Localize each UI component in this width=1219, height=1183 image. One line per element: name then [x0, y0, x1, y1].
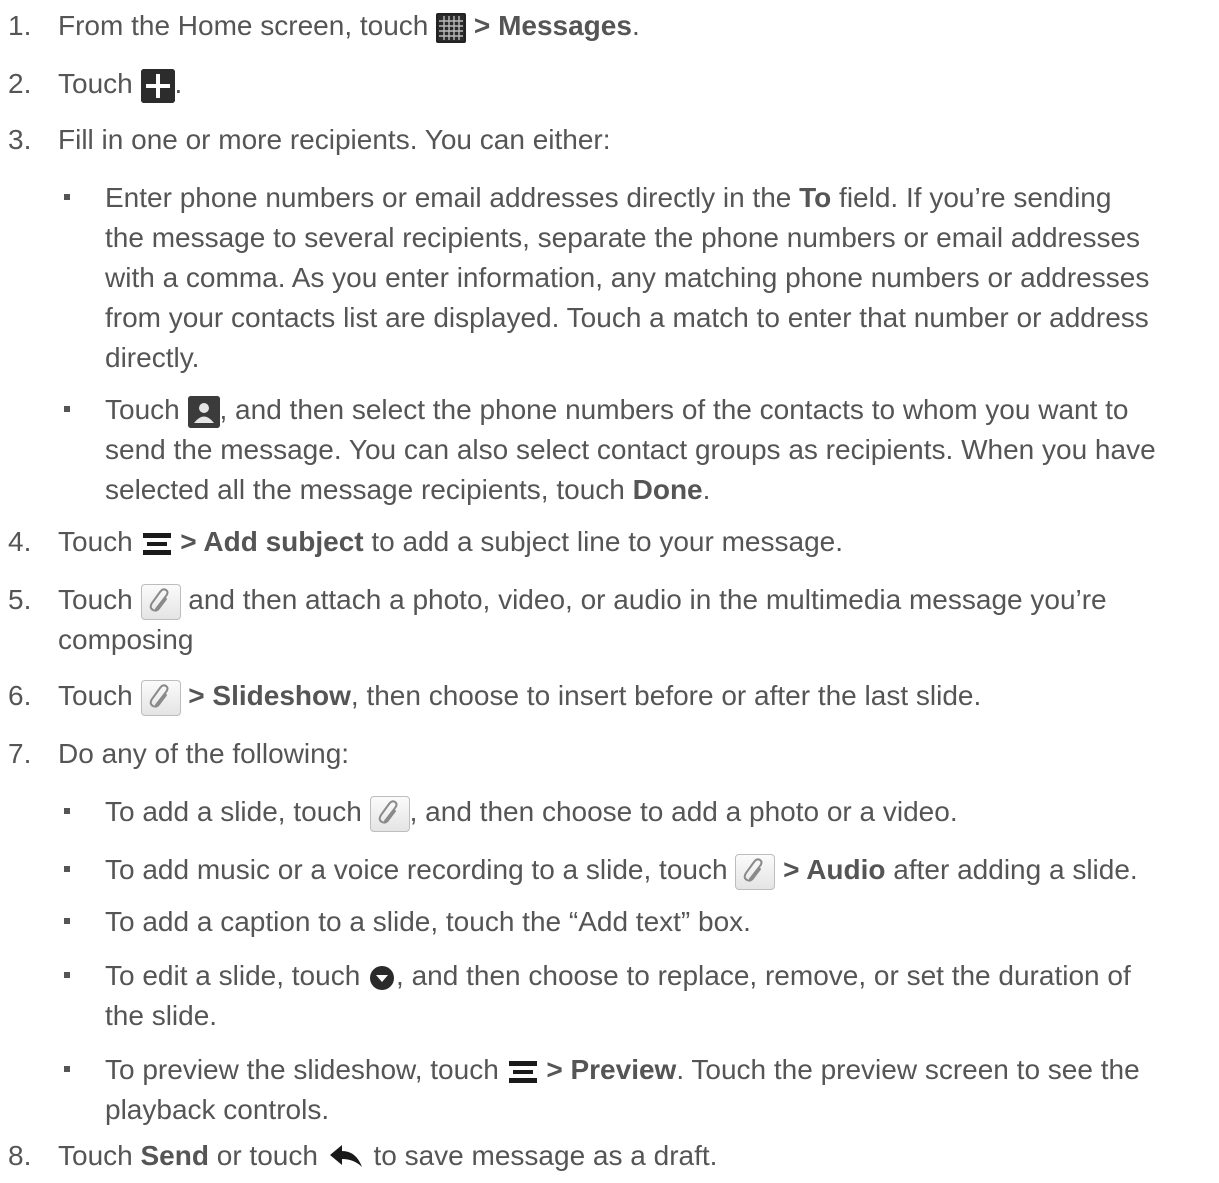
bullet-text: , and then choose to replace, remove, or…	[396, 960, 1131, 991]
bullet-text: the message to several recipients, separ…	[105, 222, 1141, 253]
step-text: Touch	[58, 1140, 141, 1171]
bullet-text: To edit a slide, touch	[105, 960, 369, 991]
plus-icon	[140, 68, 175, 103]
bullet-marker	[64, 972, 70, 978]
step-text: Touch	[58, 526, 141, 557]
bullet-text: , and then choose to add a photo or a vi…	[409, 796, 958, 827]
back-arrow-icon	[326, 1143, 366, 1173]
bullet-text: send the message. You can also select co…	[105, 434, 1156, 465]
bullet-marker	[64, 866, 70, 872]
step-number: 3.	[8, 124, 32, 155]
step-text-end: , then choose to insert before or after …	[350, 680, 982, 711]
menu-path: > Audio	[775, 854, 886, 885]
step-number: 2.	[8, 68, 32, 99]
contact-icon	[187, 395, 220, 428]
bullet-text: , and then select the phone numbers of t…	[219, 394, 1129, 425]
bullet-text: with a comma. As you enter information, …	[105, 262, 1150, 293]
step-number: 1.	[8, 10, 32, 41]
apps-grid-icon	[436, 12, 467, 43]
step-text: Touch	[58, 68, 141, 99]
done-label: Done	[632, 474, 703, 505]
bullet-marker	[64, 808, 70, 814]
menu-path: > Preview	[538, 1054, 677, 1085]
bullet-marker	[64, 918, 70, 924]
bullet-text: Enter phone numbers or email addresses d…	[105, 182, 800, 213]
bullet-text: directly.	[105, 342, 200, 373]
bullet-text: . Touch the preview screen to see the	[676, 1054, 1140, 1085]
step-text-end: to add a subject line to your message.	[363, 526, 843, 557]
step-text: or touch	[208, 1140, 326, 1171]
dropdown-circle-icon	[368, 964, 396, 992]
instructions-document: 1. From the Home screen, touch > Message…	[0, 0, 1219, 1183]
step-text-end: .	[631, 10, 640, 41]
bullet-text: playback controls.	[105, 1094, 330, 1125]
bullet-text: selected all the message recipients, tou…	[105, 474, 633, 505]
paperclip-icon	[369, 795, 410, 832]
bullet-text: the slide.	[105, 1000, 218, 1031]
bullet-text: To add music or a voice recording to a s…	[105, 854, 736, 885]
bullet-text: To preview the slideshow, touch	[105, 1054, 507, 1085]
bullet-text: from your contacts list are displayed. T…	[105, 302, 1149, 333]
bullet-text: field. If you’re sending	[831, 182, 1112, 213]
step-number: 6.	[8, 680, 32, 711]
step-text-end: .	[174, 68, 183, 99]
step-text: From the Home screen, touch	[58, 10, 437, 41]
menu-path: > Messages	[466, 10, 632, 41]
menu-path: > Add subject	[172, 526, 364, 557]
paperclip-icon	[140, 583, 181, 620]
menu-icon	[141, 529, 173, 559]
step-text: Fill in one or more recipients. You can …	[58, 124, 611, 155]
bullet-text: To add a slide, touch	[105, 796, 370, 827]
bullet-text: To add a caption to a slide, touch the “…	[105, 906, 751, 937]
step-text-end: to save message as a draft.	[365, 1140, 718, 1171]
step-number: 5.	[8, 584, 32, 615]
step-number: 4.	[8, 526, 32, 557]
bullet-marker	[64, 1066, 70, 1072]
bullet-marker	[64, 406, 70, 412]
bullet-text: Touch	[105, 394, 188, 425]
step-text: Do any of the following:	[58, 738, 350, 769]
step-text: Touch	[58, 680, 141, 711]
bullet-marker	[64, 194, 70, 200]
bullet-text: after adding a slide.	[885, 854, 1138, 885]
step-text-end: composing	[58, 624, 194, 655]
step-text: Touch	[58, 584, 141, 615]
step-number: 7.	[8, 738, 32, 769]
send-label: Send	[140, 1140, 209, 1171]
step-number: 8.	[8, 1140, 32, 1171]
step-text-end: and then attach a photo, video, or audio…	[180, 584, 1107, 615]
paperclip-icon	[140, 679, 181, 716]
menu-icon	[507, 1057, 539, 1087]
bullet-text: .	[702, 474, 711, 505]
paperclip-icon	[735, 853, 776, 890]
field-name: To	[799, 182, 832, 213]
menu-path: > Slideshow	[180, 680, 351, 711]
